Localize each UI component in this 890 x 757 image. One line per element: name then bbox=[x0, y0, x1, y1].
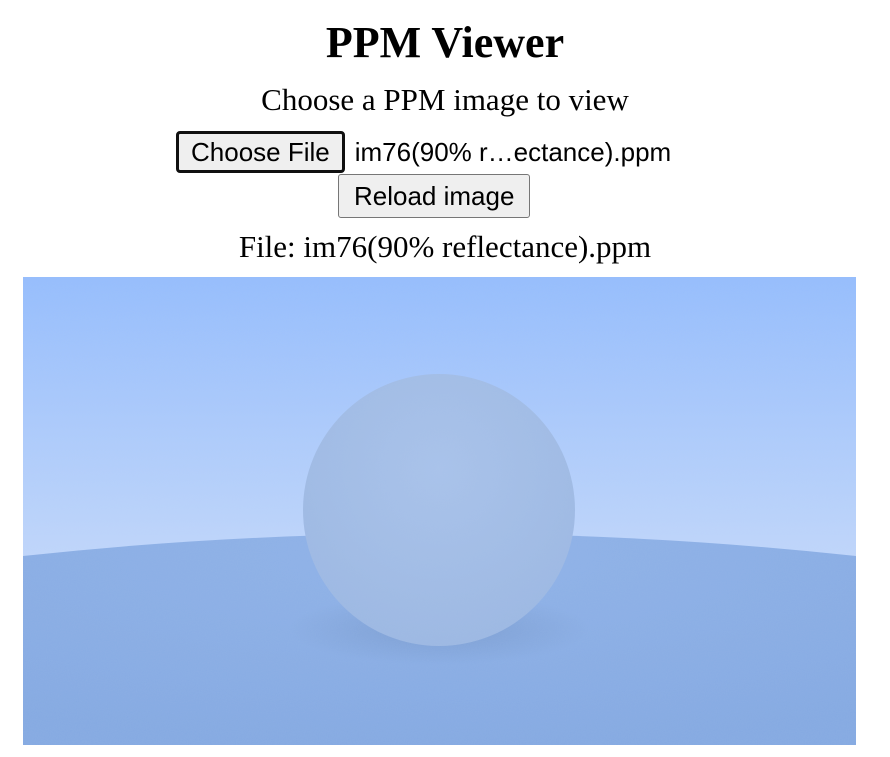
reload-image-button[interactable]: Reload image bbox=[338, 174, 531, 218]
ppm-image-canvas bbox=[23, 277, 856, 745]
file-name-label: File: im76(90% reflectance).ppm bbox=[238, 229, 652, 264]
selected-file-name: im76(90% r…ectance).ppm bbox=[354, 137, 672, 167]
choose-file-button[interactable]: Choose File bbox=[176, 131, 345, 173]
ppm-viewer-page: PPM Viewer Choose a PPM image to view Ch… bbox=[0, 0, 890, 757]
page-title: PPM Viewer bbox=[325, 18, 565, 67]
file-picker: Choose File im76(90% r…ectance).ppm bbox=[176, 130, 671, 174]
reload-container: Reload image bbox=[338, 174, 531, 218]
render-noise bbox=[23, 277, 856, 745]
page-subtitle: Choose a PPM image to view bbox=[261, 82, 629, 117]
